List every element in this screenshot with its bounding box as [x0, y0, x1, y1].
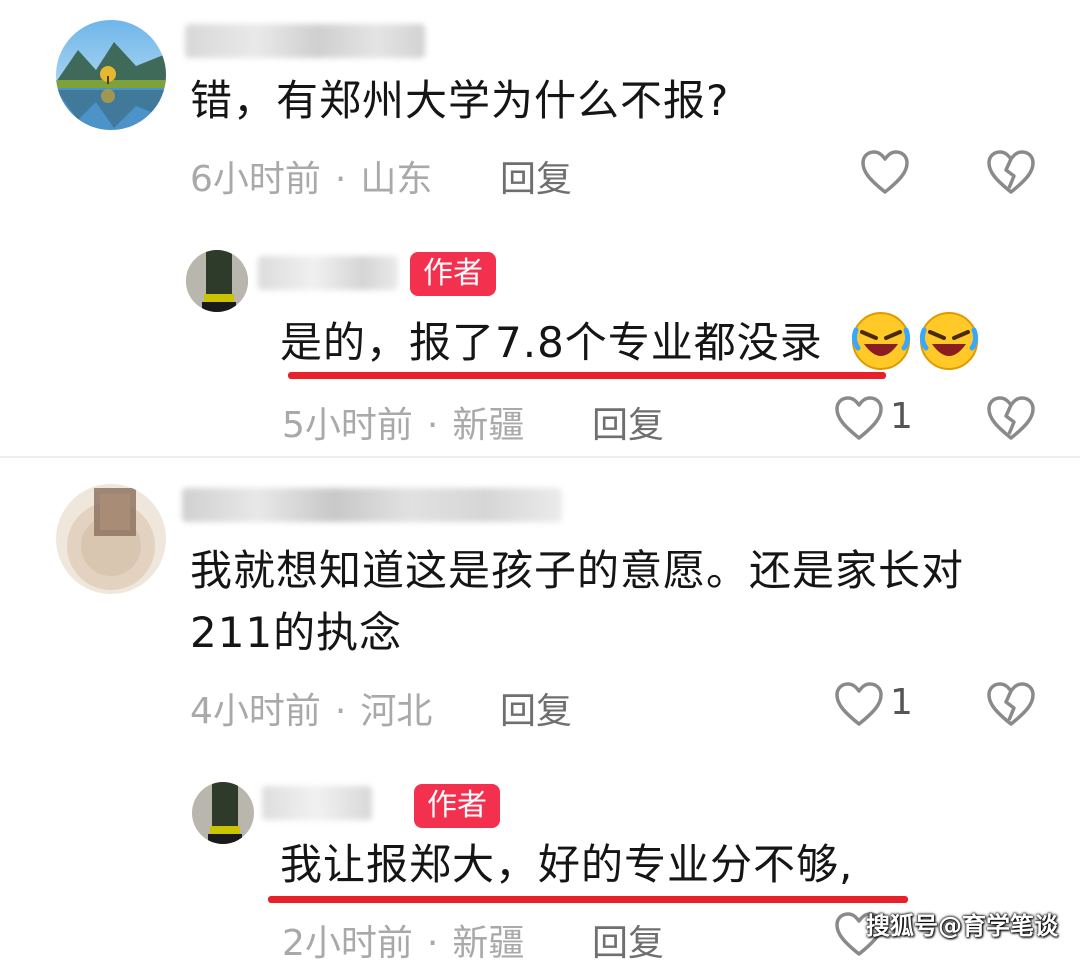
reply-button[interactable]: 回复 — [500, 150, 572, 202]
author-badge: 作者 — [410, 252, 496, 296]
meta-separator: · — [426, 405, 439, 446]
comment-text: 我让报郑大，好的专业分不够, — [280, 840, 854, 889]
comment-meta: 4小时前 · 河北 — [190, 682, 432, 734]
broken-heart-icon[interactable] — [986, 682, 1036, 728]
reply-button[interactable]: 回复 — [500, 682, 572, 734]
username-blurred[interactable] — [262, 786, 372, 820]
like-count: 1 — [890, 396, 913, 437]
comment-time: 4小时前 — [190, 691, 321, 732]
avatar-blurred[interactable] — [56, 484, 166, 594]
comment-meta: 2小时前 · 新疆 — [282, 914, 524, 966]
comment-location: 新疆 — [452, 405, 525, 446]
comment-location: 河北 — [360, 691, 433, 732]
comment-text: 错，有郑州大学为什么不报? — [190, 76, 730, 125]
like-count: 1 — [890, 682, 913, 723]
heart-outline-icon[interactable] — [834, 682, 884, 728]
divider — [0, 456, 1080, 458]
avatar-author[interactable] — [192, 782, 254, 844]
comment-time: 6小时前 — [190, 159, 321, 200]
comment-location: 山东 — [360, 159, 433, 200]
reply-button[interactable]: 回复 — [592, 396, 664, 448]
comment-text-line1: 我就想知道这是孩子的意愿。还是家长对 — [190, 546, 965, 595]
comment-location: 新疆 — [452, 923, 525, 964]
red-underline-annotation — [268, 896, 908, 903]
username-blurred[interactable] — [185, 24, 425, 58]
username-blurred[interactable] — [182, 488, 562, 522]
heart-outline-icon[interactable] — [834, 396, 884, 442]
username-blurred[interactable] — [258, 256, 398, 290]
comment-text-line2: 211的执念 — [190, 608, 403, 657]
comment-meta: 6小时前 · 山东 — [190, 150, 432, 202]
avatar-landscape[interactable] — [56, 20, 166, 130]
broken-heart-icon[interactable] — [986, 150, 1036, 196]
laughing-crying-emoji-icon — [850, 310, 912, 372]
meta-separator: · — [334, 691, 347, 732]
broken-heart-icon[interactable] — [986, 396, 1036, 442]
author-badge: 作者 — [414, 784, 500, 828]
reply-button[interactable]: 回复 — [592, 914, 664, 966]
comment-time: 5小时前 — [282, 405, 413, 446]
comment-time: 2小时前 — [282, 923, 413, 964]
red-underline-annotation — [288, 372, 886, 379]
meta-separator: · — [426, 923, 439, 964]
comment-meta: 5小时前 · 新疆 — [282, 396, 524, 448]
watermark: 搜狐号@育学笔谈 — [866, 912, 1058, 940]
laughing-crying-emoji-icon — [918, 310, 980, 372]
comment-text: 是的，报了7.8个专业都没录 — [280, 318, 823, 367]
meta-separator: · — [334, 159, 347, 200]
heart-outline-icon[interactable] — [860, 150, 910, 196]
avatar-author[interactable] — [186, 250, 248, 312]
